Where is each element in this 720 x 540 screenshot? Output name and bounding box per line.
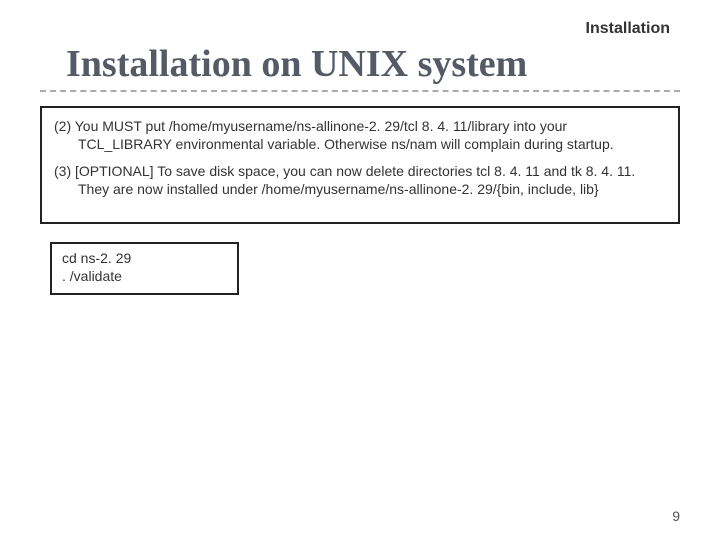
step-3-line1: (3) [OPTIONAL] To save disk space, you c… — [54, 163, 635, 179]
code-line-1: cd ns-2. 29 — [62, 250, 227, 268]
instruction-box: (2) You MUST put /home/myusername/ns-all… — [40, 106, 680, 224]
section-label: Installation — [40, 20, 680, 38]
title-divider — [40, 90, 680, 92]
step-2-line2: TCL_LIBRARY environmental variable. Othe… — [78, 136, 666, 154]
step-2-line1: (2) You MUST put /home/myusername/ns-all… — [54, 118, 567, 134]
code-box: cd ns-2. 29 . /validate — [50, 242, 239, 295]
slide: Installation Installation on UNIX system… — [0, 0, 720, 540]
code-line-2: . /validate — [62, 268, 227, 286]
page-number: 9 — [672, 508, 680, 524]
step-3: (3) [OPTIONAL] To save disk space, you c… — [54, 163, 666, 198]
step-2: (2) You MUST put /home/myusername/ns-all… — [54, 118, 666, 153]
step-3-line2: They are now installed under /home/myuse… — [78, 181, 666, 199]
page-title: Installation on UNIX system — [40, 42, 680, 86]
